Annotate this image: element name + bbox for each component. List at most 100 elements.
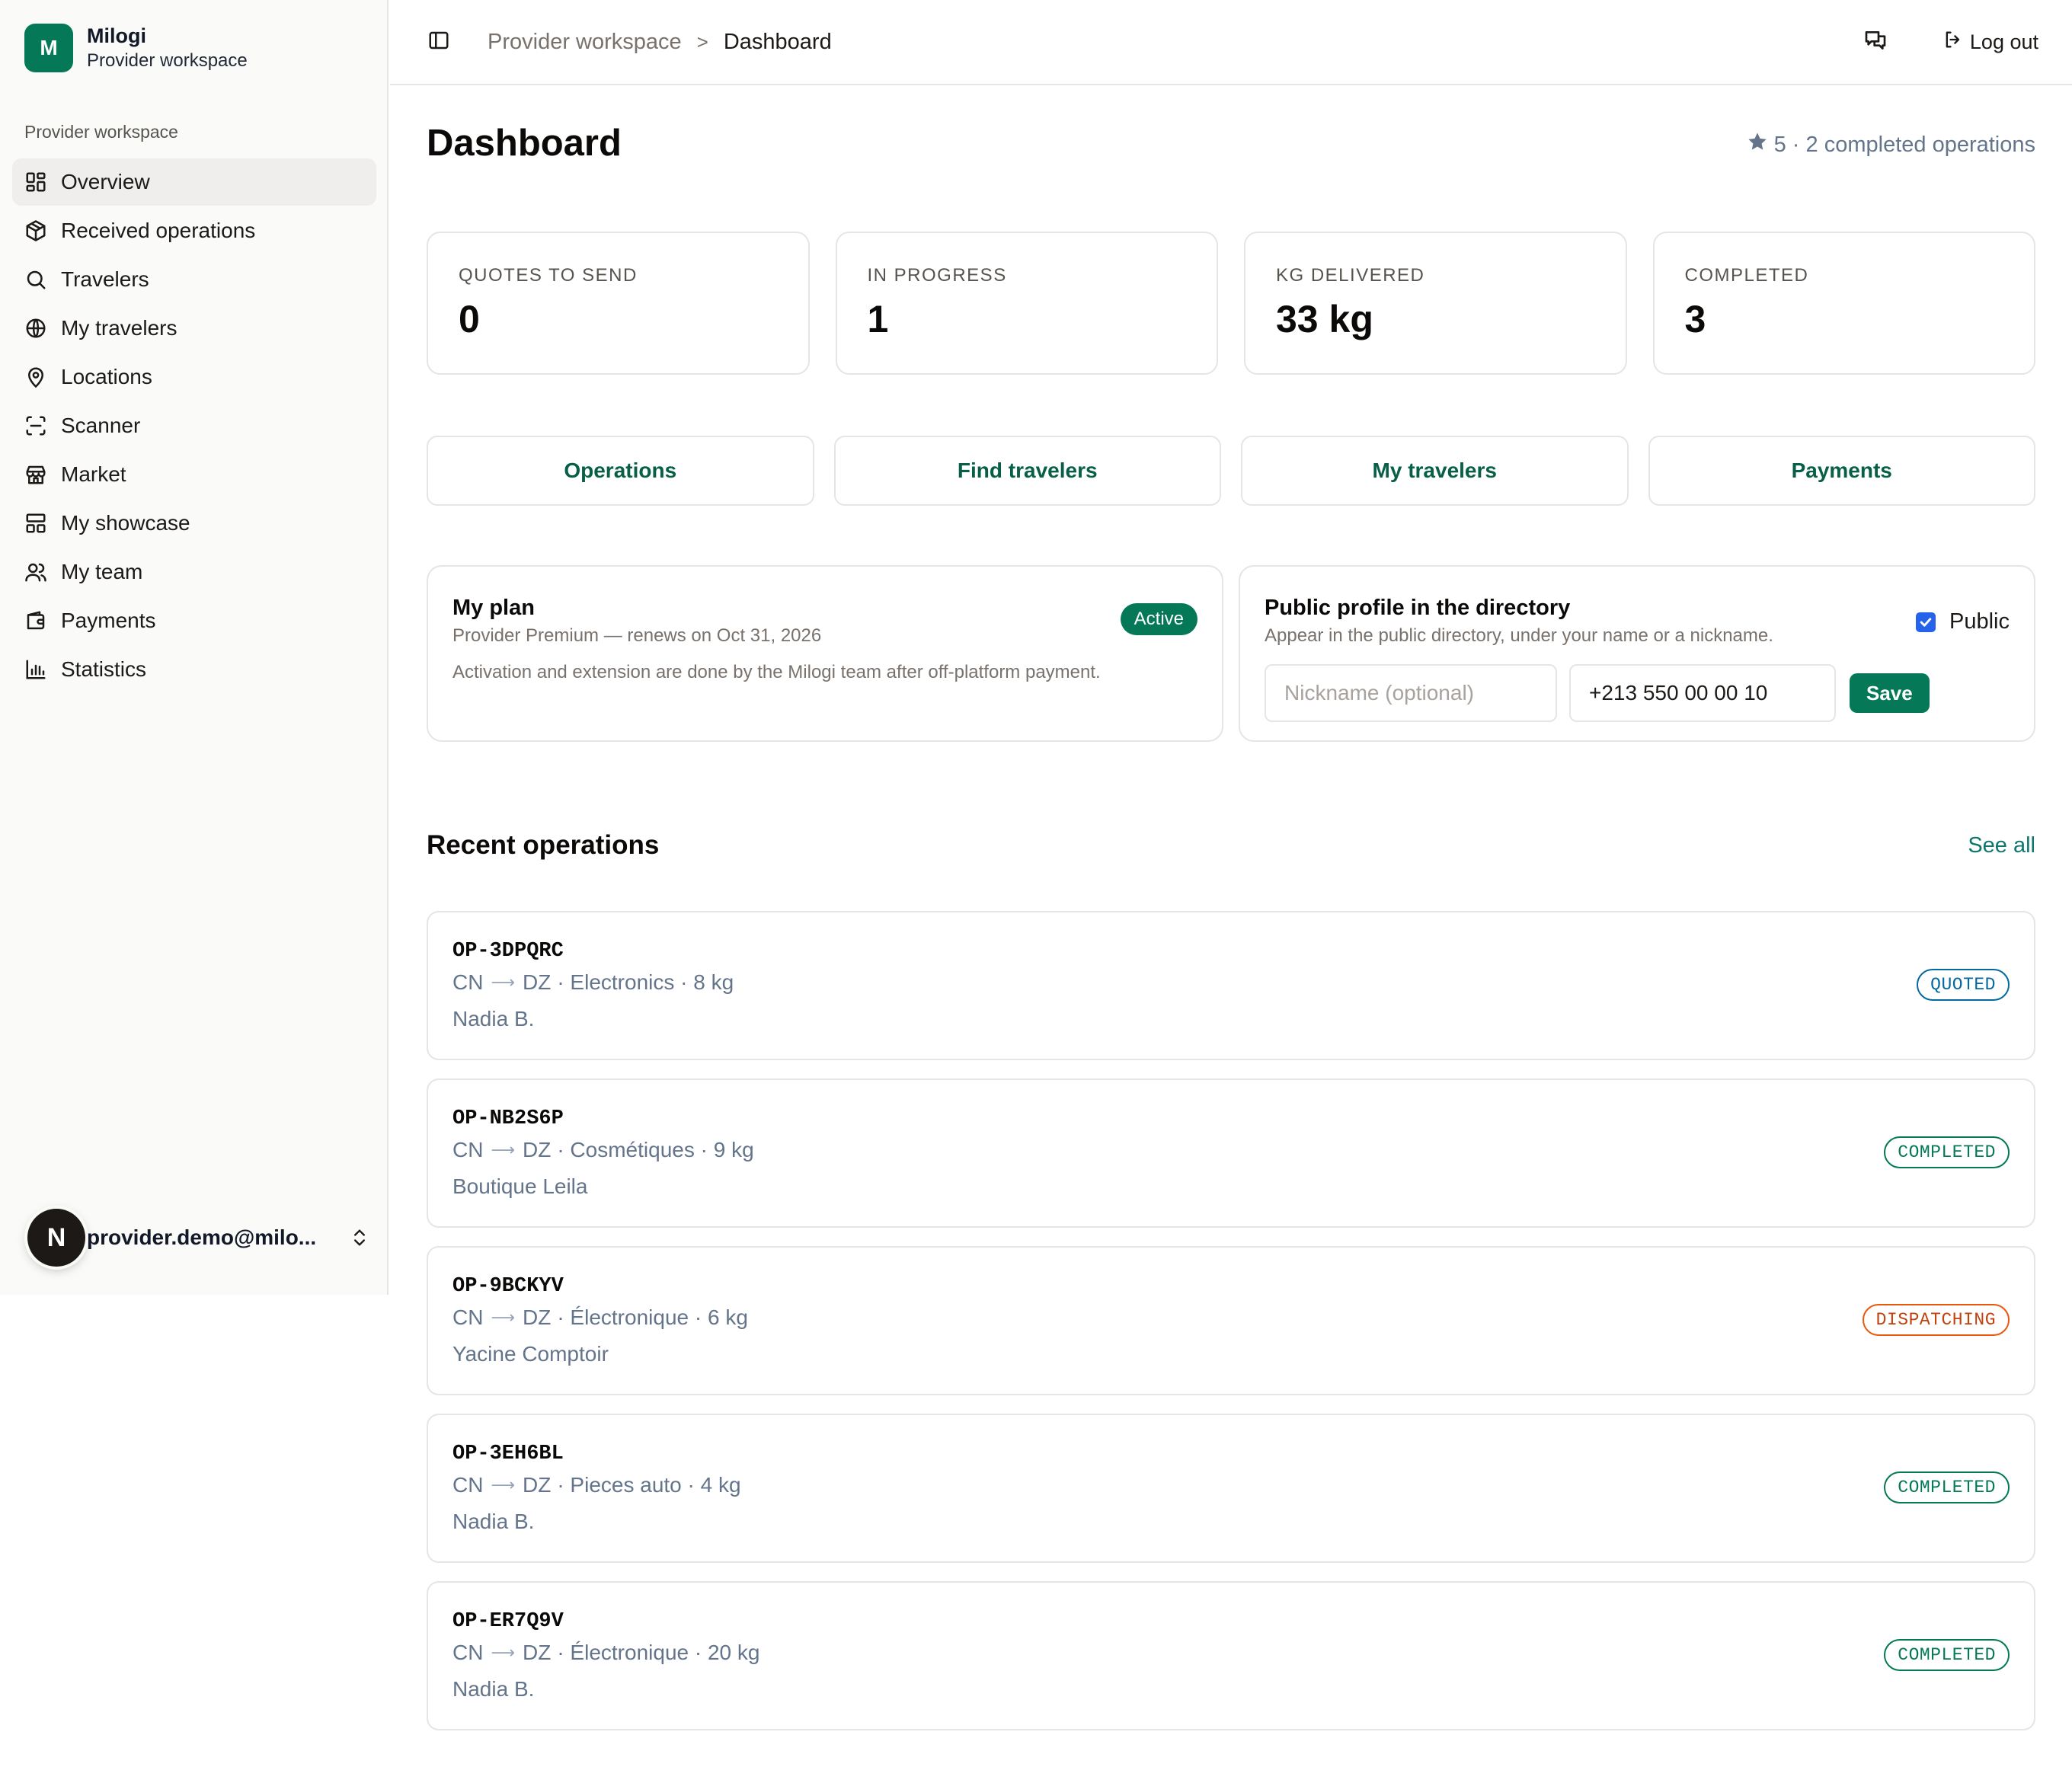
breadcrumb-current: Dashboard bbox=[723, 29, 832, 54]
search-icon bbox=[24, 268, 47, 291]
sidebar-item-my-team[interactable]: My team bbox=[12, 548, 376, 596]
arrow-right-icon: ⟶ bbox=[491, 1140, 515, 1159]
recent-operations-list: OP-3DPQRC CN ⟶ DZ · Electronics · 8 kg N… bbox=[427, 911, 2035, 1749]
sidebar-item-my-showcase[interactable]: My showcase bbox=[12, 500, 376, 547]
rating-summary: 5 · 2 completed operations bbox=[1747, 131, 2035, 158]
recent-operations-title: Recent operations bbox=[427, 830, 660, 860]
stat-value: 33 kg bbox=[1276, 298, 1373, 340]
nickname-input[interactable] bbox=[1265, 664, 1557, 722]
route-to: DZ bbox=[523, 1641, 552, 1664]
phone-input[interactable] bbox=[1569, 664, 1836, 722]
breadcrumb-parent[interactable]: Provider workspace bbox=[488, 30, 682, 55]
profile-subtitle: Appear in the public directory, under yo… bbox=[1265, 625, 1773, 646]
operation-id: OP-ER7Q9V bbox=[452, 1610, 564, 1633]
messages-button[interactable] bbox=[1854, 21, 1897, 63]
panel-left-icon bbox=[427, 29, 450, 56]
sidebar-item-label: Travelers bbox=[61, 267, 149, 291]
operation-id: OP-3EH6BL bbox=[452, 1443, 564, 1465]
brand-logo: M bbox=[24, 24, 73, 72]
sidebar-item-label: Payments bbox=[61, 609, 156, 632]
operation-client: Nadia B. bbox=[452, 1677, 535, 1701]
operation-details: · Pieces auto · 4 kg bbox=[557, 1473, 741, 1497]
sidebar-item-label: Market bbox=[61, 462, 126, 486]
payments-button[interactable]: Payments bbox=[1648, 436, 2035, 506]
arrow-right-icon: ⟶ bbox=[491, 973, 515, 992]
save-button[interactable]: Save bbox=[1850, 673, 1930, 713]
sidebar-item-label: My team bbox=[61, 560, 143, 583]
sidebar-toggle-button[interactable] bbox=[417, 21, 460, 63]
operation-route: CN ⟶ DZ · Pieces auto · 4 kg bbox=[452, 1473, 2010, 1497]
globe-icon bbox=[24, 317, 47, 340]
sidebar-item-overview[interactable]: Overview bbox=[12, 158, 376, 206]
operation-row[interactable]: OP-ER7Q9V CN ⟶ DZ · Électronique · 20 kg… bbox=[427, 1581, 2035, 1730]
status-badge: QUOTED bbox=[1917, 969, 2010, 1001]
operation-details: · Électronique · 20 kg bbox=[557, 1641, 760, 1664]
find-travelers-button[interactable]: Find travelers bbox=[833, 436, 1221, 506]
sidebar-item-label: Overview bbox=[61, 170, 150, 193]
chevron-up-down-icon bbox=[349, 1227, 370, 1248]
public-profile-card: Public profile in the directory Appear i… bbox=[1239, 565, 2035, 742]
sidebar: M Milogi Provider workspace Provider wor… bbox=[0, 0, 388, 1295]
sidebar-item-market[interactable]: Market bbox=[12, 451, 376, 498]
stat-card-quotes: QUOTES TO SEND 0 bbox=[427, 232, 810, 375]
operation-row[interactable]: OP-NB2S6P CN ⟶ DZ · Cosmétiques · 9 kg B… bbox=[427, 1078, 2035, 1228]
arrow-right-icon: ⟶ bbox=[491, 1475, 515, 1494]
profile-title: Public profile in the directory bbox=[1265, 596, 1571, 620]
see-all-link[interactable]: See all bbox=[1968, 833, 2035, 858]
my-travelers-button[interactable]: My travelers bbox=[1241, 436, 1629, 506]
operation-id: OP-9BCKYV bbox=[452, 1275, 564, 1298]
scan-icon bbox=[24, 414, 47, 437]
public-label: Public bbox=[1949, 609, 2010, 634]
store-icon bbox=[24, 463, 47, 486]
stat-label: COMPLETED bbox=[1684, 265, 1809, 286]
sidebar-item-locations[interactable]: Locations bbox=[12, 353, 376, 401]
bar-chart-icon bbox=[24, 658, 47, 681]
sidebar-item-label: Scanner bbox=[61, 414, 141, 437]
operation-row[interactable]: OP-9BCKYV CN ⟶ DZ · Électronique · 6 kg … bbox=[427, 1246, 2035, 1395]
logout-button[interactable]: Log out bbox=[1942, 29, 2038, 56]
operation-details: · Cosmétiques · 9 kg bbox=[557, 1138, 754, 1161]
status-badge: COMPLETED bbox=[1884, 1136, 2010, 1168]
plan-subtitle: Provider Premium — renews on Oct 31, 202… bbox=[452, 625, 822, 646]
public-checkbox[interactable]: Public bbox=[1916, 609, 2010, 634]
status-badge: COMPLETED bbox=[1884, 1639, 2010, 1671]
brand[interactable]: M Milogi Provider workspace bbox=[24, 23, 248, 73]
sidebar-item-label: My travelers bbox=[61, 316, 177, 340]
sidebar-item-scanner[interactable]: Scanner bbox=[12, 402, 376, 449]
sidebar-item-payments[interactable]: Payments bbox=[12, 597, 376, 644]
topbar: Provider workspace > Dashboard Log out bbox=[390, 0, 2072, 85]
plan-note: Activation and extension are done by the… bbox=[452, 662, 1101, 682]
log-out-icon bbox=[1942, 29, 1970, 56]
operation-client: Yacine Comptoir bbox=[452, 1342, 609, 1366]
operation-client: Boutique Leila bbox=[452, 1174, 588, 1198]
nav-section-label: Provider workspace bbox=[24, 122, 178, 142]
stat-card-kg-delivered: KG DELIVERED 33 kg bbox=[1244, 232, 1627, 375]
wallet-icon bbox=[24, 609, 47, 632]
stat-value: 0 bbox=[459, 298, 480, 340]
chat-icon bbox=[1863, 28, 1888, 56]
brand-name: Milogi bbox=[87, 24, 146, 47]
operation-row[interactable]: OP-3EH6BL CN ⟶ DZ · Pieces auto · 4 kg N… bbox=[427, 1414, 2035, 1563]
operation-details: · Électronique · 6 kg bbox=[557, 1305, 748, 1329]
operation-route: CN ⟶ DZ · Cosmétiques · 9 kg bbox=[452, 1138, 2010, 1162]
operation-client: Nadia B. bbox=[452, 1007, 535, 1030]
sidebar-item-travelers[interactable]: Travelers bbox=[12, 256, 376, 303]
quick-links: Operations Find travelers My travelers P… bbox=[427, 436, 2035, 506]
map-pin-icon bbox=[24, 366, 47, 388]
sidebar-item-label: Statistics bbox=[61, 657, 147, 681]
operation-route: CN ⟶ DZ · Électronique · 6 kg bbox=[452, 1305, 2010, 1330]
stat-card-completed: COMPLETED 3 bbox=[1652, 232, 2035, 375]
sidebar-item-label: Received operations bbox=[61, 219, 256, 242]
sidebar-item-received-operations[interactable]: Received operations bbox=[12, 207, 376, 254]
status-badge: Active bbox=[1120, 603, 1197, 635]
status-badge: DISPATCHING bbox=[1862, 1304, 2010, 1336]
sidebar-item-statistics[interactable]: Statistics bbox=[12, 646, 376, 693]
sidebar-item-my-travelers[interactable]: My travelers bbox=[12, 305, 376, 352]
user-menu[interactable]: N provider.demo@milo... bbox=[27, 1207, 370, 1268]
rating-text: 5 · 2 completed operations bbox=[1773, 132, 2035, 157]
operations-button[interactable]: Operations bbox=[427, 436, 814, 506]
logout-label: Log out bbox=[1969, 30, 2038, 53]
operation-row[interactable]: OP-3DPQRC CN ⟶ DZ · Electronics · 8 kg N… bbox=[427, 911, 2035, 1060]
stat-value: 3 bbox=[1684, 298, 1706, 340]
operation-details: · Electronics · 8 kg bbox=[557, 970, 734, 994]
